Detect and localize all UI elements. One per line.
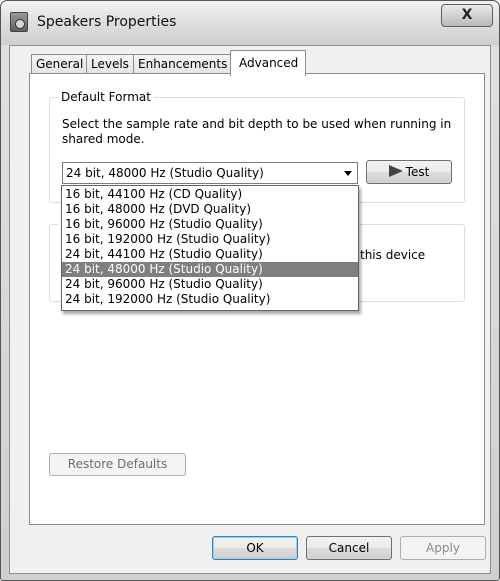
- cancel-button[interactable]: Cancel: [306, 536, 392, 560]
- dropdown-option[interactable]: 16 bit, 44100 Hz (CD Quality): [62, 187, 358, 202]
- test-button-label: Test: [405, 165, 430, 179]
- dropdown-option[interactable]: 16 bit, 192000 Hz (Studio Quality): [62, 232, 358, 247]
- dropdown-option[interactable]: 16 bit, 96000 Hz (Studio Quality): [62, 217, 358, 232]
- dropdown-option[interactable]: 24 bit, 192000 Hz (Studio Quality): [62, 292, 358, 307]
- test-button[interactable]: Test: [366, 160, 452, 184]
- exclusive-mode-option-text: this device: [360, 248, 426, 262]
- ok-button[interactable]: OK: [212, 536, 298, 560]
- default-format-legend: Default Format: [58, 90, 154, 104]
- sample-rate-selected-value: 24 bit, 48000 Hz (Studio Quality): [66, 166, 264, 180]
- tab-levels[interactable]: Levels: [86, 54, 134, 75]
- play-icon: [388, 165, 403, 177]
- chevron-down-icon: [344, 171, 352, 176]
- restore-defaults-button[interactable]: Restore Defaults: [49, 453, 186, 476]
- dropdown-option-highlighted[interactable]: 24 bit, 48000 Hz (Studio Quality): [62, 262, 358, 277]
- window-title: Speakers Properties: [37, 14, 177, 30]
- tab-advanced[interactable]: Advanced: [230, 50, 306, 76]
- speaker-icon: [10, 12, 28, 32]
- sample-rate-dropdown-list: 16 bit, 44100 Hz (CD Quality) 16 bit, 48…: [61, 185, 359, 311]
- close-button[interactable]: X: [441, 4, 493, 27]
- dropdown-option[interactable]: 24 bit, 96000 Hz (Studio Quality): [62, 277, 358, 292]
- sample-rate-select[interactable]: 24 bit, 48000 Hz (Studio Quality): [62, 162, 358, 184]
- dropdown-option[interactable]: 24 bit, 44100 Hz (Studio Quality): [62, 247, 358, 262]
- title-bar[interactable]: Speakers Properties X: [1, 1, 499, 45]
- dropdown-option[interactable]: 16 bit, 48000 Hz (DVD Quality): [62, 202, 358, 217]
- tab-enhancements[interactable]: Enhancements: [133, 54, 231, 75]
- apply-button[interactable]: Apply: [400, 536, 486, 560]
- tab-general[interactable]: General: [31, 54, 87, 75]
- default-format-description: Select the sample rate and bit depth to …: [62, 117, 452, 146]
